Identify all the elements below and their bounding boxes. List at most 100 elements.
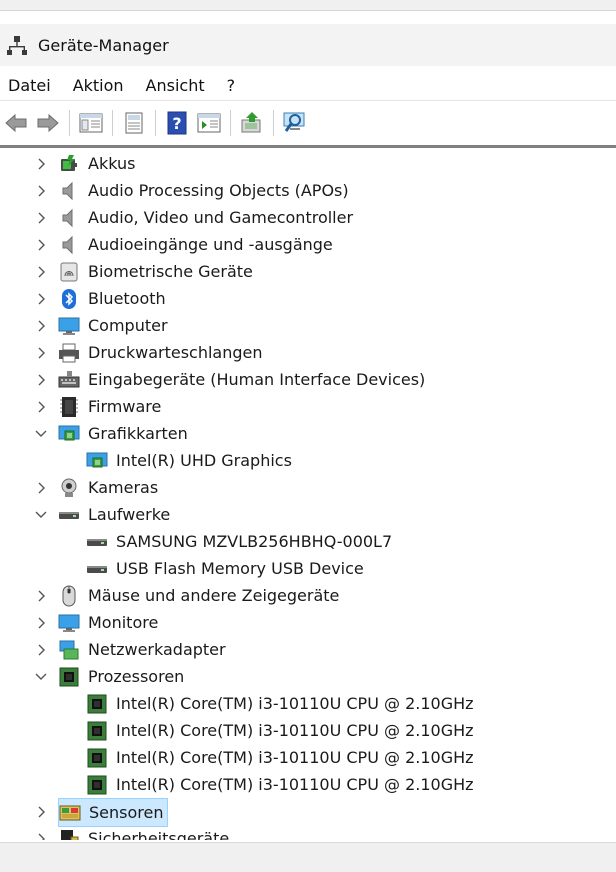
tree-item-label: Intel(R) UHD Graphics: [116, 451, 292, 470]
network-icon: [58, 639, 80, 661]
cpu-icon: [86, 774, 108, 796]
tree-item-label: Grafikkarten: [88, 424, 188, 443]
expand-chevron-icon[interactable]: [34, 393, 48, 420]
tree-category[interactable]: Biometrische Geräte: [58, 258, 253, 285]
update-driver-button[interactable]: [239, 110, 265, 136]
webcam-icon: [58, 477, 80, 499]
monitor-icon: [58, 315, 80, 337]
tree-device[interactable]: Intel(R) Core(TM) i3-10110U CPU @ 2.10GH…: [86, 744, 474, 771]
expand-chevron-icon[interactable]: [34, 582, 48, 609]
document-icon: [125, 112, 143, 134]
status-bar: [0, 842, 616, 872]
expand-chevron-icon[interactable]: [34, 312, 48, 339]
tree-device[interactable]: Intel(R) UHD Graphics: [86, 447, 292, 474]
collapse-chevron-icon[interactable]: [34, 501, 48, 528]
monitor-icon: [58, 612, 80, 634]
tree-item-label: Biometrische Geräte: [88, 262, 253, 281]
tree-item-label: SAMSUNG MZVLB256HBHQ-000L7: [116, 532, 393, 551]
toolbar-separator: [155, 110, 156, 136]
expand-chevron-icon[interactable]: [34, 636, 48, 663]
mouse-icon: [58, 585, 80, 607]
toolbar-separator: [69, 110, 70, 136]
expand-chevron-icon[interactable]: [34, 150, 48, 177]
menu-aktion[interactable]: Aktion: [65, 76, 132, 95]
drive-icon: [86, 558, 108, 580]
tree-item-label: Audioeingänge und -ausgänge: [88, 235, 333, 254]
collapse-chevron-icon[interactable]: [34, 663, 48, 690]
tree-category[interactable]: Audioeingänge und -ausgänge: [58, 231, 333, 258]
tree-item-label: Audio Processing Objects (APOs): [88, 181, 349, 200]
expand-chevron-icon[interactable]: [34, 258, 48, 285]
update-driver-icon: [241, 112, 261, 133]
menu-datei[interactable]: Datei: [0, 76, 59, 95]
tree-category[interactable]: Druckwarteschlangen: [58, 339, 263, 366]
tree-category[interactable]: Eingabegeräte (Human Interface Devices): [58, 366, 425, 393]
printer-icon: [58, 342, 80, 364]
tree-category[interactable]: Sicherheitsgeräte: [58, 825, 229, 840]
tree-category[interactable]: Bluetooth: [58, 285, 166, 312]
speaker-icon: [58, 180, 80, 202]
tree-device[interactable]: SAMSUNG MZVLB256HBHQ-000L7: [86, 528, 392, 555]
tree-device[interactable]: Intel(R) Core(TM) i3-10110U CPU @ 2.10GH…: [86, 690, 474, 717]
cpu-icon: [86, 693, 108, 715]
tree-device[interactable]: Intel(R) Core(TM) i3-10110U CPU @ 2.10GH…: [86, 717, 474, 744]
menu-help[interactable]: ?: [219, 76, 244, 95]
tree-category[interactable]: Sensoren: [58, 798, 169, 827]
tree-item-label: Laufwerke: [88, 505, 171, 524]
firmware-chip-icon: [58, 396, 80, 418]
tree-category[interactable]: Laufwerke: [58, 501, 170, 528]
tree-device[interactable]: USB Flash Memory USB Device: [86, 555, 364, 582]
expand-chevron-icon[interactable]: [34, 204, 48, 231]
tree-item-label: Eingabegeräte (Human Interface Devices): [88, 370, 426, 389]
expand-chevron-icon[interactable]: [34, 798, 48, 825]
menu-ansicht[interactable]: Ansicht: [138, 76, 213, 95]
forward-button[interactable]: [35, 110, 61, 136]
tree-category[interactable]: Prozessoren: [58, 663, 184, 690]
tree-category[interactable]: Mäuse und andere Zeigegeräte: [58, 582, 339, 609]
expand-chevron-icon[interactable]: [34, 339, 48, 366]
tree-item-label: Sensoren: [89, 803, 164, 822]
tree-device[interactable]: Intel(R) Core(TM) i3-10110U CPU @ 2.10GH…: [86, 771, 474, 798]
tree-item-label: Sicherheitsgeräte: [88, 829, 230, 840]
tree-item-label: Bluetooth: [88, 289, 166, 308]
help-button[interactable]: ?: [164, 110, 190, 136]
menu-bar: Datei Aktion Ansicht ?: [0, 70, 616, 100]
scan-hardware-button[interactable]: [282, 110, 308, 136]
display-adapter-icon: [58, 423, 80, 445]
tree-item-label: Audio, Video und Gamecontroller: [88, 208, 354, 227]
fingerprint-icon: [58, 261, 80, 283]
tree-category[interactable]: Netzwerkadapter: [58, 636, 226, 663]
expand-chevron-icon[interactable]: [34, 285, 48, 312]
window-title: Geräte-Manager: [38, 35, 169, 55]
cpu-icon: [58, 666, 80, 688]
help-icon: ?: [167, 111, 187, 135]
action-pane-button[interactable]: [196, 110, 222, 136]
tree-category[interactable]: Firmware: [58, 393, 161, 420]
tree-category[interactable]: Audio Processing Objects (APOs): [58, 177, 349, 204]
back-button[interactable]: [3, 110, 29, 136]
tree-category[interactable]: Kameras: [58, 474, 158, 501]
scan-hardware-icon: [283, 112, 305, 132]
collapse-chevron-icon[interactable]: [34, 420, 48, 447]
tree-item-label: USB Flash Memory USB Device: [116, 559, 364, 578]
window-top-edge: [0, 0, 616, 11]
expand-chevron-icon[interactable]: [34, 825, 48, 840]
tree-item-label: Mäuse und andere Zeigegeräte: [88, 586, 340, 605]
display-adapter-icon: [86, 450, 108, 472]
expand-chevron-icon[interactable]: [34, 609, 48, 636]
expand-chevron-icon[interactable]: [34, 177, 48, 204]
tree-item-label: Monitore: [88, 613, 159, 632]
tree-category[interactable]: Computer: [58, 312, 168, 339]
expand-chevron-icon[interactable]: [34, 366, 48, 393]
battery-icon: [58, 153, 80, 175]
device-tree: Akkus Audio Processing Objects (APOs) Audi…: [0, 150, 616, 840]
tree-item-label: Computer: [88, 316, 168, 335]
properties-button[interactable]: [121, 110, 147, 136]
show-hide-console-tree-button[interactable]: [78, 110, 104, 136]
expand-chevron-icon[interactable]: [34, 231, 48, 258]
expand-chevron-icon[interactable]: [34, 474, 48, 501]
tree-category[interactable]: Audio, Video und Gamecontroller: [58, 204, 353, 231]
tree-category[interactable]: Grafikkarten: [58, 420, 188, 447]
tree-category[interactable]: Monitore: [58, 609, 158, 636]
tree-category[interactable]: Akkus: [58, 150, 135, 177]
